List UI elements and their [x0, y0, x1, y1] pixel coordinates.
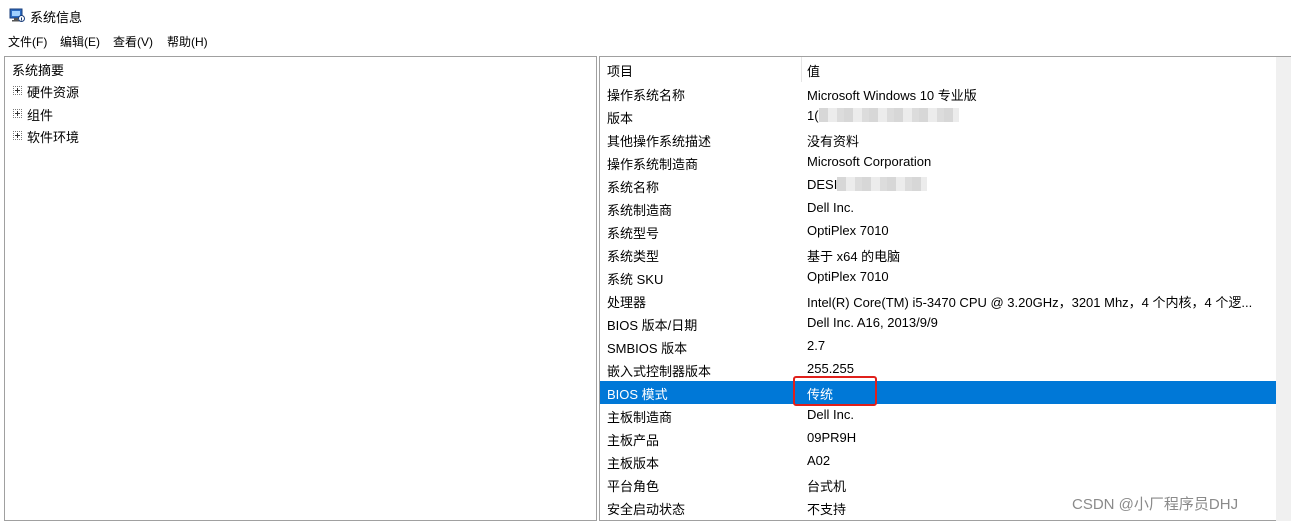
- table-row[interactable]: 处理器 Intel(R) Core(TM) i5-3470 CPU @ 3.20G…: [600, 289, 1277, 312]
- item-value-text: Dell Inc.: [807, 200, 854, 215]
- list-header: [600, 57, 1291, 82]
- item-value: OptiPlex 7010: [807, 269, 889, 284]
- table-row[interactable]: 系统名称 DESI: [600, 174, 1277, 197]
- item-name: 嵌入式控制器版本: [607, 364, 712, 379]
- expand-icon[interactable]: [13, 131, 22, 140]
- item-value: 没有资料: [807, 131, 859, 150]
- item-value-text: DESI: [807, 177, 838, 192]
- table-row[interactable]: 操作系统制造商 Microsoft Corporation: [600, 151, 1277, 174]
- column-header-item[interactable]: 项目: [607, 61, 633, 84]
- menu-view[interactable]: 查看(V): [113, 33, 153, 50]
- redacted-blur: [818, 108, 959, 122]
- expand-icon[interactable]: [13, 86, 22, 95]
- item-value: 09PR9H: [807, 430, 856, 445]
- category-tree[interactable]: 系统摘要 硬件资源 组件 软件环境: [4, 56, 597, 521]
- item-name: 处理器: [607, 295, 647, 310]
- item-name: 系统名称: [607, 180, 660, 195]
- item-name: 版本: [607, 111, 634, 126]
- menu-file[interactable]: 文件(F): [8, 33, 47, 50]
- menu-edit[interactable]: 编辑(E): [60, 33, 100, 50]
- item-value: OptiPlex 7010: [807, 223, 889, 238]
- item-name: 主板制造商: [607, 410, 673, 425]
- item-value: 不支持: [807, 499, 846, 518]
- table-row[interactable]: 系统制造商 Dell Inc.: [600, 197, 1277, 220]
- table-row[interactable]: 主板产品 09PR9H: [600, 427, 1277, 450]
- item-value-text: 1(: [807, 108, 819, 123]
- item-value: Dell Inc.: [807, 200, 854, 215]
- table-row[interactable]: BIOS 模式 传统: [600, 381, 1277, 404]
- item-name: 系统 SKU: [607, 272, 664, 287]
- window-title: 系统信息: [30, 10, 83, 25]
- item-name: 系统型号: [607, 226, 660, 241]
- item-name: 系统类型: [607, 249, 660, 264]
- item-name: 其他操作系统描述: [607, 134, 712, 149]
- item-value: 基于 x64 的电脑: [807, 246, 900, 265]
- item-value: DESI: [807, 177, 928, 192]
- tree-item-label: 组件: [27, 108, 54, 123]
- vertical-scrollbar[interactable]: [1276, 57, 1291, 521]
- item-value: 2.7: [807, 338, 825, 353]
- item-value: Dell Inc.: [807, 407, 854, 422]
- item-value-text: Microsoft Windows 10 专业版: [807, 88, 977, 103]
- item-name: BIOS 模式: [607, 387, 668, 402]
- table-row[interactable]: 主板制造商 Dell Inc.: [600, 404, 1277, 427]
- item-name: SMBIOS 版本: [607, 341, 688, 356]
- item-name: 主板版本: [607, 456, 660, 471]
- menu-help[interactable]: 帮助(H): [167, 33, 208, 50]
- item-name: 操作系统制造商: [607, 157, 699, 172]
- redacted-blur: [837, 177, 928, 191]
- item-name: 系统制造商: [607, 203, 673, 218]
- item-value: Dell Inc. A16, 2013/9/9: [807, 315, 938, 330]
- column-divider[interactable]: [801, 57, 802, 82]
- table-row[interactable]: 其他操作系统描述 没有资料: [600, 128, 1277, 151]
- item-value: 1(: [807, 108, 959, 123]
- annotation-highlight-box: [793, 376, 877, 406]
- system-information-icon: [9, 8, 25, 22]
- item-value-text: 没有资料: [807, 134, 860, 149]
- item-value-text: 2.7: [807, 338, 826, 353]
- item-value-text: 09PR9H: [807, 430, 857, 445]
- item-value-text: Dell Inc.: [807, 407, 854, 422]
- details-rows: 操作系统名称 Microsoft Windows 10 专业版版本 1( 其他操作系统…: [600, 82, 1277, 519]
- item-value-text: Dell Inc. A16, 2013/9/9: [807, 315, 938, 330]
- table-row[interactable]: 系统型号 OptiPlex 7010: [600, 220, 1277, 243]
- item-value-text: 基于 x64 的电脑: [807, 249, 901, 264]
- column-header-value[interactable]: 值: [807, 61, 820, 84]
- item-value-text: OptiPlex 7010: [807, 269, 889, 284]
- expand-icon[interactable]: [13, 109, 22, 118]
- tree-item-label: 硬件资源: [27, 85, 80, 100]
- item-name: 主板产品: [607, 433, 660, 448]
- item-value: 255.255: [807, 361, 854, 376]
- item-value-text: OptiPlex 7010: [807, 223, 889, 238]
- item-value: Microsoft Corporation: [807, 154, 931, 169]
- item-name: 操作系统名称: [607, 88, 686, 103]
- tree-item-label: 软件环境: [27, 130, 80, 145]
- table-row[interactable]: 版本 1(: [600, 105, 1277, 128]
- item-value: A02: [807, 453, 830, 468]
- details-list[interactable]: 项目 值 操作系统名称 Microsoft Windows 10 专业版版本 1( 其…: [599, 56, 1291, 521]
- watermark: CSDN @小厂程序员DHJ: [1072, 496, 1239, 513]
- item-value: Microsoft Windows 10 专业版: [807, 85, 977, 104]
- item-value-text: Microsoft Corporation: [807, 154, 932, 169]
- item-name: BIOS 版本/日期: [607, 318, 698, 333]
- item-value-text: 255.255: [807, 361, 854, 376]
- table-row[interactable]: SMBIOS 版本 2.7: [600, 335, 1277, 358]
- item-value-text: A02: [807, 453, 831, 468]
- table-row[interactable]: 系统 SKU OptiPlex 7010: [600, 266, 1277, 289]
- menu-bar: 文件(F) 编辑(E) 查看(V) 帮助(H): [0, 31, 1291, 51]
- table-row[interactable]: 系统类型 基于 x64 的电脑: [600, 243, 1277, 266]
- item-value-text: 不支持: [807, 502, 847, 517]
- item-value: Intel(R) Core(TM) i5-3470 CPU @ 3.20GHz，…: [807, 292, 1252, 311]
- item-value-text: Intel(R) Core(TM) i5-3470 CPU @ 3.20GHz，…: [807, 295, 1253, 310]
- item-name: 安全启动状态: [607, 502, 686, 517]
- table-row[interactable]: BIOS 版本/日期 Dell Inc. A16, 2013/9/9: [600, 312, 1277, 335]
- item-name: 平台角色: [607, 479, 660, 494]
- tree-item-system-summary[interactable]: 系统摘要: [12, 60, 64, 79]
- table-row[interactable]: 嵌入式控制器版本 255.255: [600, 358, 1277, 381]
- item-value: 台式机: [807, 476, 846, 495]
- title-bar: 系统信息: [0, 0, 1291, 31]
- item-value-text: 台式机: [807, 479, 847, 494]
- table-row[interactable]: 操作系统名称 Microsoft Windows 10 专业版: [600, 82, 1277, 105]
- table-row[interactable]: 主板版本 A02: [600, 450, 1277, 473]
